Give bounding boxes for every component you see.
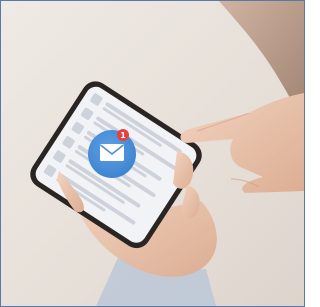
notification-count: 1 xyxy=(120,131,126,140)
photo-scene: 1 xyxy=(1,1,304,306)
envelope-icon xyxy=(100,144,124,161)
photo-frame: 1 xyxy=(0,0,305,307)
